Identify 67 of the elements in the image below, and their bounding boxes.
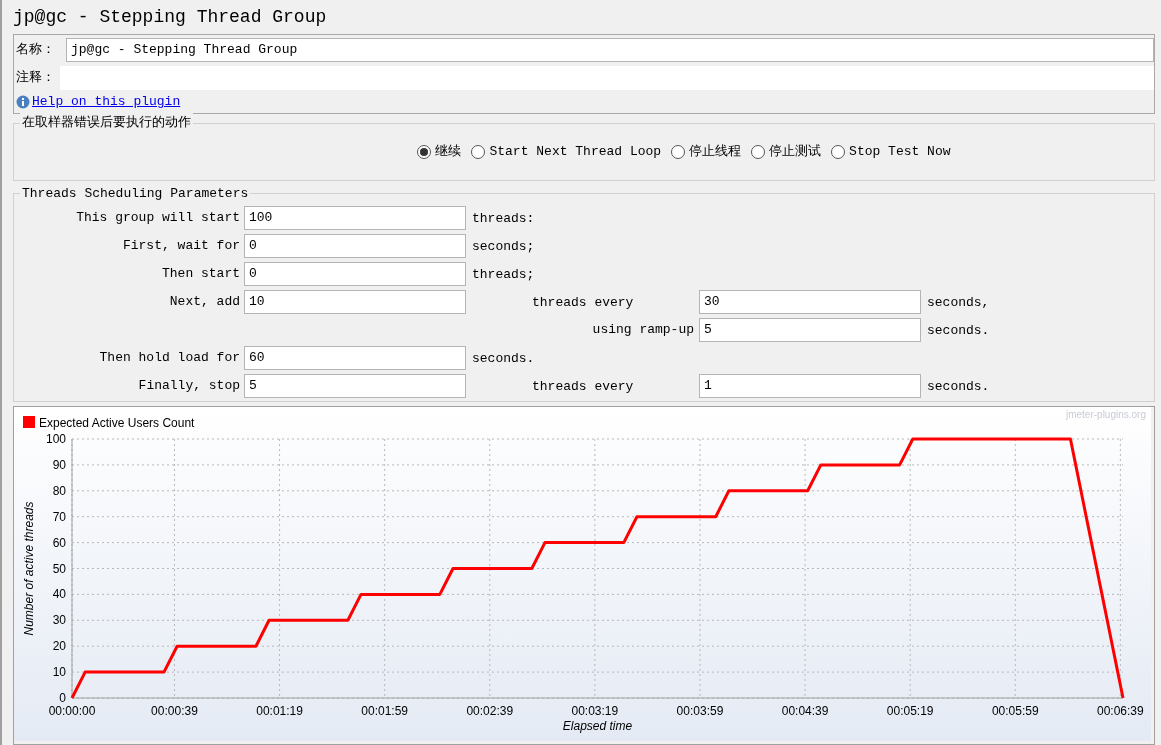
input-field[interactable]: 100 [244, 206, 466, 230]
field-label: seconds. [927, 323, 990, 338]
radio-button[interactable] [471, 145, 486, 159]
x-tick-label: 00:00:00 [48, 704, 96, 718]
field-label: seconds; [472, 239, 535, 254]
field-label: threads every [532, 379, 634, 394]
y-tick-label: 0 [59, 691, 66, 705]
field-label: seconds. [927, 379, 990, 394]
field-label: using ramp-up [592, 321, 694, 340]
x-tick-label: 00:05:59 [991, 704, 1039, 718]
x-axis-title: Elapsed time [562, 719, 633, 733]
input-field[interactable]: 60 [244, 346, 466, 370]
field-label: Next, add [169, 293, 240, 312]
help-link[interactable]: Help on this plugin [32, 92, 181, 112]
field-label: seconds. [472, 351, 535, 366]
y-tick-label: 20 [52, 639, 66, 654]
radio-option[interactable]: Start Next Thread Loop [471, 142, 662, 162]
field-label: Then start [162, 265, 240, 284]
field-label: threads every [532, 295, 634, 310]
y-tick-label: 10 [52, 665, 66, 680]
legend-label: Expected Active Users Count [39, 416, 195, 430]
input-field[interactable]: 5 [699, 318, 921, 342]
input-field[interactable]: 30 [699, 290, 921, 314]
y-tick-label: 50 [52, 561, 66, 576]
comment-label: 注释： [15, 69, 56, 88]
input-field[interactable]: 5 [244, 374, 466, 398]
x-tick-label: 00:02:39 [466, 704, 514, 718]
y-tick-label: 30 [52, 613, 66, 628]
y-tick-label: 70 [52, 509, 66, 524]
radio-option[interactable]: Stop Test Now [831, 142, 951, 162]
x-tick-label: 00:00:39 [151, 704, 198, 718]
y-tick-label: 90 [52, 457, 66, 472]
input-field[interactable]: 0 [244, 262, 466, 286]
radio-button[interactable] [831, 145, 846, 159]
field-label: threads; [472, 267, 535, 282]
radio-button[interactable] [751, 145, 766, 159]
radio-button[interactable] [671, 145, 686, 159]
name-label: 名称： [15, 41, 56, 60]
x-tick-label: 00:06:39 [1097, 704, 1144, 718]
input-field[interactable]: 0 [244, 234, 466, 258]
y-tick-label: 60 [52, 535, 66, 550]
field-label: This group will start [76, 209, 240, 228]
field-label: Then hold load for [99, 349, 240, 368]
y-axis-title: Number of active threads [22, 501, 36, 636]
name-field[interactable]: jp@gc - Stepping Thread Group [66, 38, 1154, 62]
field-label: seconds, [927, 295, 990, 310]
input-field[interactable]: 10 [244, 290, 466, 314]
x-tick-label: 00:03:59 [676, 704, 724, 718]
radio-option[interactable]: 停止测试 [751, 142, 822, 162]
field-label: Finally, stop [138, 377, 240, 396]
info-icon [16, 95, 30, 109]
x-tick-label: 00:03:19 [571, 704, 619, 718]
radio-option[interactable]: 停止线程 [671, 142, 742, 162]
x-tick-label: 00:01:19 [256, 704, 303, 718]
x-tick-label: 00:05:19 [886, 704, 934, 718]
radio-option[interactable]: 继续 [417, 142, 462, 162]
x-tick-label: 00:01:59 [361, 704, 409, 718]
panel-title: jp@gc - Stepping Thread Group [13, 5, 328, 29]
comment-field[interactable] [60, 66, 1154, 90]
y-tick-label: 100 [45, 432, 66, 446]
field-label: threads: [472, 211, 535, 226]
y-tick-label: 80 [52, 483, 66, 498]
input-field[interactable]: 1 [699, 374, 921, 398]
x-tick-label: 00:04:39 [781, 704, 829, 718]
y-tick-label: 40 [52, 587, 66, 602]
field-label: First, wait for [122, 237, 240, 256]
radio-button[interactable] [417, 145, 432, 159]
